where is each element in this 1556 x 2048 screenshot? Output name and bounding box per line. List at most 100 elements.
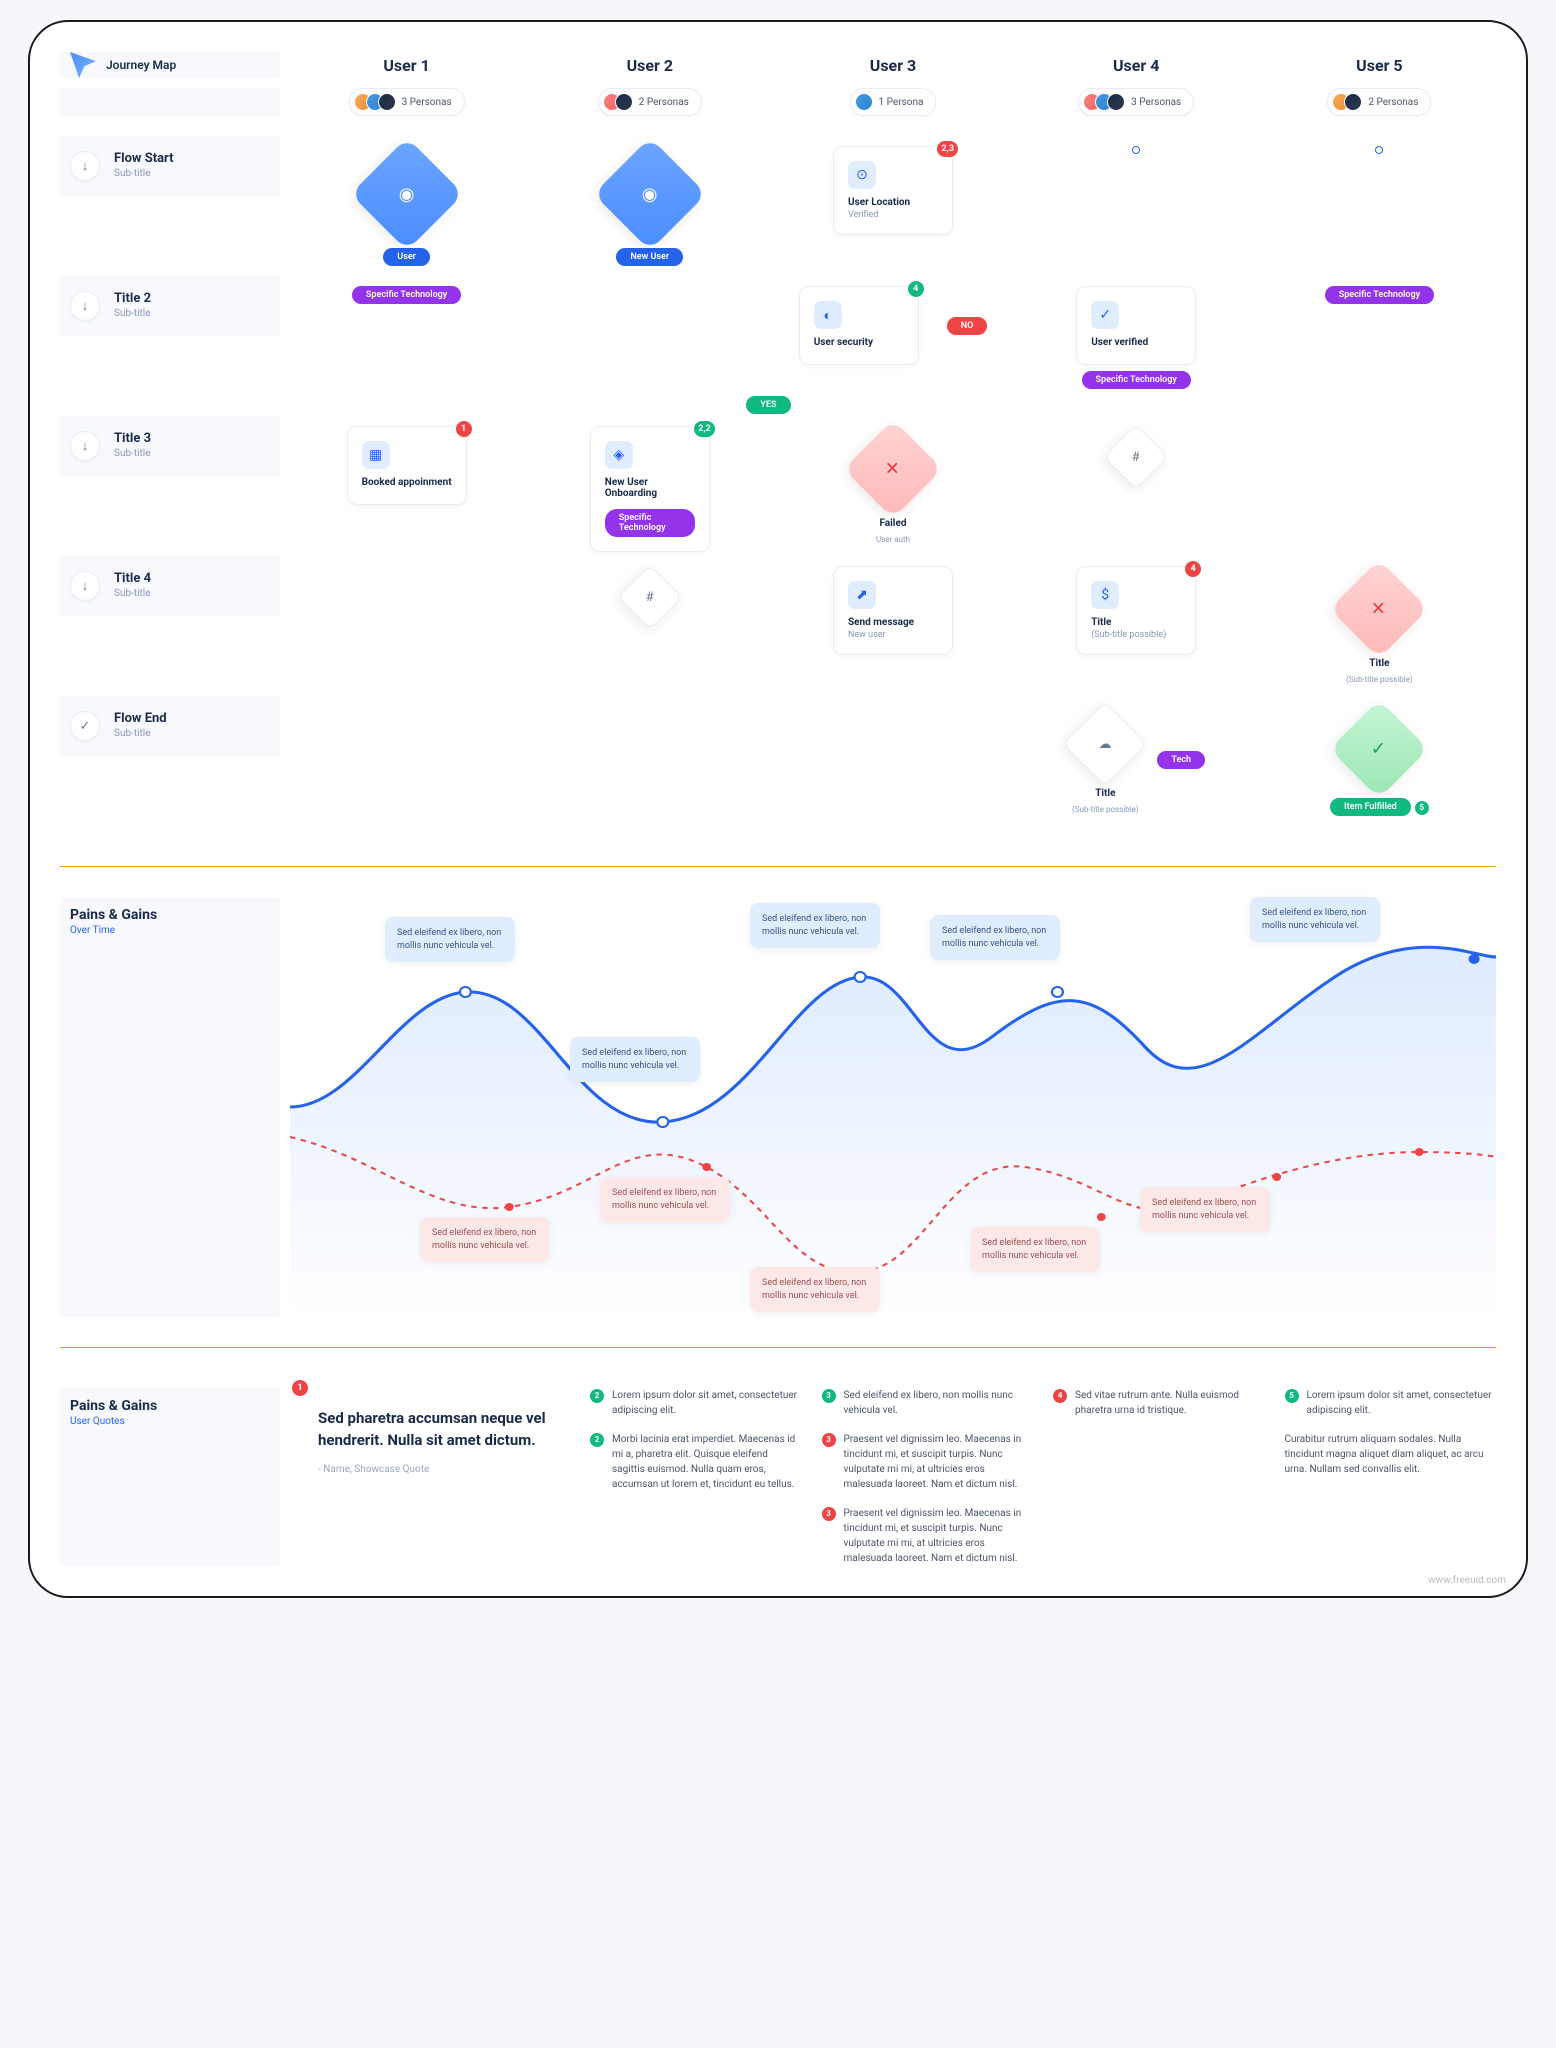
stage-title: Flow Start	[114, 151, 174, 166]
new-user-pill: New User	[616, 248, 683, 266]
arrow-down-icon: ↓	[70, 291, 100, 321]
node-user-start[interactable]: ◉ User	[359, 146, 455, 266]
tooltip-pain: Sed eleifend ex libero, non mollis nunc …	[1140, 1187, 1270, 1232]
tech-pill[interactable]: Tech	[1157, 751, 1205, 769]
no-label: NO	[947, 317, 988, 335]
x-icon: ✕	[885, 459, 900, 480]
dollar-icon: $	[1091, 581, 1119, 609]
node-title-cloud[interactable]: ☁ Title (Sub-title possible)	[1067, 706, 1143, 814]
badge: 5	[1415, 801, 1429, 815]
shield-icon: ✓	[1091, 301, 1119, 329]
tag-spec-tech[interactable]: Specific Technology	[1325, 286, 1434, 304]
badge: 2,2	[694, 421, 715, 437]
stage-title-2: ↓ Title 2Sub-title	[60, 276, 280, 336]
user-icon: ◉	[642, 184, 658, 205]
x-icon: ✕	[1372, 599, 1387, 620]
quote-column: 4Sed vitae rutrum ante. Nulla euismod ph…	[1053, 1388, 1265, 1566]
send-icon: ⬈	[848, 581, 876, 609]
card-booked[interactable]: 1 ▦ Booked appoinment	[347, 426, 467, 505]
stage-title-3: ↓ Title 3Sub-title	[60, 416, 280, 476]
col-header-user1: User 1	[290, 56, 523, 75]
yes-label: YES	[746, 396, 790, 414]
quote-column: 2Lorem ipsum dolor sit amet, consectetue…	[590, 1388, 802, 1566]
quote-num: 2	[590, 1389, 604, 1403]
persona-pill-1[interactable]: 3 Personas	[349, 88, 465, 116]
quote-badge: 1	[292, 1380, 308, 1396]
badge: 1	[456, 421, 472, 437]
persona-pill-3[interactable]: 1 Persona	[850, 88, 937, 116]
quote-num: 3	[822, 1433, 836, 1447]
fulfilled-pill: Item Fulfilled	[1330, 798, 1411, 816]
logo: Journey Map	[60, 52, 280, 78]
stage-sub: Sub-title	[114, 168, 174, 179]
tag-spec-tech[interactable]: Specific Technology	[1082, 371, 1191, 389]
node-fulfilled[interactable]: ✓ Item Fulfilled 5	[1330, 706, 1429, 816]
quotes-header: Pains & Gains User Quotes	[60, 1388, 280, 1566]
hash-icon: #	[646, 589, 654, 604]
location-icon: ⊙	[848, 161, 876, 189]
quote-num: 4	[1053, 1389, 1067, 1403]
arrow-down-icon: ↓	[70, 431, 100, 461]
tooltip-pain: Sed eleifend ex libero, non mollis nunc …	[600, 1177, 730, 1222]
tooltip-gain: Sed eleifend ex libero, non mollis nunc …	[1250, 897, 1380, 942]
card-onboarding[interactable]: 2,2 ◈ New User Onboarding Specific Techn…	[590, 426, 710, 552]
tag-spec-tech[interactable]: Specific Technology	[352, 286, 461, 304]
decision-node[interactable]: #	[1104, 424, 1169, 489]
user-pill: User	[383, 248, 430, 266]
section-divider	[60, 1347, 1496, 1348]
tooltip-pain: Sed eleifend ex libero, non mollis nunc …	[750, 1267, 880, 1312]
card-sub: Verified	[848, 210, 938, 220]
calendar-icon: ▦	[362, 441, 390, 469]
hash-icon: #	[1132, 449, 1140, 464]
col-header-user3: User 3	[776, 56, 1009, 75]
tooltip-gain: Sed eleifend ex libero, non mollis nunc …	[385, 917, 515, 962]
badge: 4	[1185, 561, 1201, 577]
logo-text: Journey Map	[106, 58, 176, 72]
stage-flow-start: ↓ Flow Start Sub-title	[60, 136, 280, 196]
persona-pill-2[interactable]: 2 Personas	[598, 88, 702, 116]
pains-gains-header: Pains & Gains Over Time	[60, 897, 280, 1317]
quote-num: 3	[822, 1389, 836, 1403]
layers-icon: ◈	[605, 441, 633, 469]
watermark: www.freeuid.com	[1428, 1575, 1506, 1586]
quote-column: 5Lorem ipsum dolor sit amet, consectetue…	[1285, 1388, 1497, 1566]
col-header-user2: User 2	[533, 56, 766, 75]
persona-count: 2 Personas	[639, 97, 689, 108]
decision-node[interactable]: #	[617, 564, 682, 629]
tooltip-gain: Sed eleifend ex libero, non mollis nunc …	[750, 903, 880, 948]
logo-icon	[70, 52, 96, 78]
user-icon: ◉	[399, 184, 415, 205]
fingerprint-icon: ◐	[814, 301, 842, 329]
check-icon: ✓	[1372, 739, 1387, 760]
persona-pill-5[interactable]: 2 Personas	[1327, 88, 1431, 116]
card-send-message[interactable]: ⬈ Send message New user	[833, 566, 953, 655]
quote-num: 5	[1285, 1389, 1299, 1403]
arrow-down-icon: ↓	[70, 151, 100, 181]
persona-count: 2 Personas	[1368, 97, 1418, 108]
check-icon: ✓	[70, 711, 100, 741]
badge: 2,3	[937, 141, 958, 157]
arrow-down-icon: ↓	[70, 571, 100, 601]
card-user-location[interactable]: 2,3 ⊙ User Location Verified	[833, 146, 953, 235]
persona-pill-4[interactable]: 3 Personas	[1078, 88, 1194, 116]
quote-num: 2	[590, 1433, 604, 1447]
pains-gains-chart: Sed eleifend ex libero, non mollis nunc …	[290, 897, 1496, 1317]
persona-count: 3 Personas	[1131, 97, 1181, 108]
persona-count: 3 Personas	[402, 97, 452, 108]
col-header-user4: User 4	[1020, 56, 1253, 75]
card-title: User Location	[848, 197, 938, 208]
node-title-red[interactable]: ✕ Title (Sub-title possible)	[1336, 566, 1422, 684]
connector-dot	[1132, 146, 1140, 154]
tag-spec-tech: Specific Technology	[605, 509, 695, 537]
stage-title-4: ↓ Title 4Sub-title	[60, 556, 280, 616]
quote-num: 3	[822, 1507, 836, 1521]
stage-flow-end: ✓ Flow EndSub-title	[60, 696, 280, 756]
node-failed[interactable]: ✕ Failed User auth	[850, 426, 936, 544]
card-user-security[interactable]: 4 ◐ User security	[799, 286, 919, 365]
card-title-generic[interactable]: 4 $ Title (Sub-title possible)	[1076, 566, 1196, 655]
card-user-verified[interactable]: ✓ User verified	[1076, 286, 1196, 365]
node-new-user-start[interactable]: ◉ New User	[602, 146, 698, 266]
col-header-user5: User 5	[1263, 56, 1496, 75]
cloud-icon: ☁	[1099, 737, 1112, 752]
persona-count: 1 Persona	[879, 97, 924, 108]
